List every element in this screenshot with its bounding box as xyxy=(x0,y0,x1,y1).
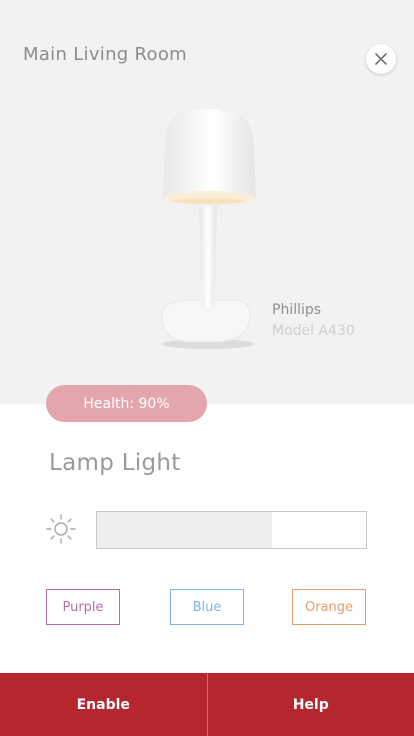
sun-icon xyxy=(46,514,76,544)
footer-bar: Enable Help xyxy=(0,673,414,736)
health-badge: Health: 90% xyxy=(46,385,207,422)
room-title: Main Living Room xyxy=(23,44,187,65)
product-hero: Main Living Room Phillips Model A430 xyxy=(0,0,414,404)
brightness-slider[interactable] xyxy=(96,511,367,549)
purple-button[interactable]: Purple xyxy=(46,589,120,625)
device-title: Lamp Light xyxy=(49,450,181,476)
orange-button[interactable]: Orange xyxy=(292,589,366,625)
brightness-fill xyxy=(97,512,272,548)
close-icon xyxy=(375,53,387,65)
brand-name: Phillips xyxy=(272,302,322,318)
model-name: Model A430 xyxy=(272,323,355,339)
blue-button[interactable]: Blue xyxy=(170,589,244,625)
close-button[interactable] xyxy=(366,44,396,74)
enable-button[interactable]: Enable xyxy=(0,673,207,736)
help-button[interactable]: Help xyxy=(206,673,414,736)
lamp-image xyxy=(161,109,256,349)
